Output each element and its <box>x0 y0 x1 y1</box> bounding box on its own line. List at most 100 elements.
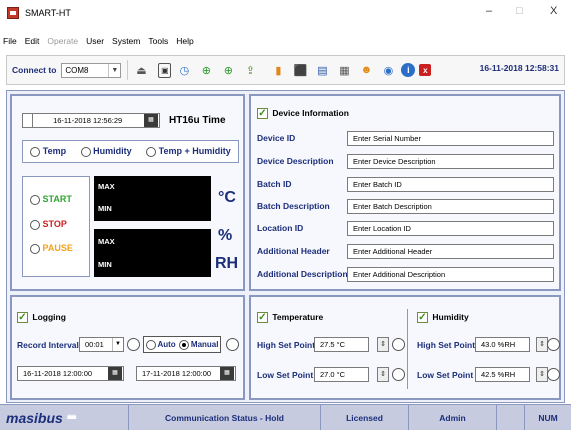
toolbar-datetime: 16-11-2018 12:58:31 <box>479 63 559 73</box>
device-description-input[interactable]: Enter Device Description <box>347 154 554 169</box>
mode-humidity[interactable]: Humidity <box>80 146 132 157</box>
report-icon[interactable]: ▤ <box>313 61 331 79</box>
temp-low-label: Low Set Point <box>257 370 314 380</box>
batch-id-input[interactable]: Enter Batch ID <box>347 177 554 192</box>
chevron-down-icon[interactable]: ▼ <box>108 63 120 77</box>
batch-id-label: Batch ID <box>257 179 292 189</box>
additional-description-input[interactable]: Enter Additional Description <box>347 267 554 282</box>
batch-description-input[interactable]: Enter Batch Description <box>347 199 554 214</box>
temp-high-radio[interactable] <box>392 338 405 351</box>
app-window: SMART-HT – □ X File Edit Operate User Sy… <box>0 0 571 430</box>
log-icon[interactable]: ▦ <box>335 61 353 79</box>
radio-icon[interactable] <box>30 146 41 157</box>
checkbox-icon[interactable]: ✓ <box>17 312 28 324</box>
menu-system[interactable]: System <box>112 36 140 46</box>
refresh-icon[interactable]: ◉ <box>379 61 397 79</box>
temp-max-label: MAX <box>98 182 115 191</box>
radio-selected-icon[interactable] <box>178 339 189 350</box>
chart-icon[interactable]: ▮ <box>269 61 287 79</box>
auto-option[interactable]: Auto <box>145 339 176 350</box>
close-button[interactable]: X <box>550 5 557 17</box>
rh-low-radio[interactable] <box>547 368 560 381</box>
log-mode-radio[interactable] <box>226 338 239 351</box>
license-status: Licensed <box>320 405 408 430</box>
port-select[interactable]: COM8 ▼ <box>61 62 122 78</box>
maximize-button[interactable]: □ <box>516 5 523 17</box>
log-end-value: 17-11-2018 12:00:00 <box>142 369 212 378</box>
menu-tools[interactable]: Tools <box>148 36 168 46</box>
device-description-label: Device Description <box>257 156 334 166</box>
manual-option[interactable]: Manual <box>178 339 218 350</box>
eject-icon[interactable]: ⏏ <box>132 61 150 79</box>
rh-low-label: Low Set Point <box>417 370 474 380</box>
calendar-icon[interactable]: ▦ <box>144 114 158 127</box>
log-end-datetime[interactable]: 17-11-2018 12:00:00 ▦ <box>136 366 236 381</box>
menu-edit[interactable]: Edit <box>25 36 40 46</box>
status-bar: masibus ıılıılıılıılı Communication Stat… <box>0 404 571 430</box>
mode-temp[interactable]: Temp <box>30 146 66 157</box>
minimize-button[interactable]: – <box>486 5 492 17</box>
menu-help[interactable]: Help <box>176 36 193 46</box>
menu-operate[interactable]: Operate <box>47 36 78 46</box>
record-interval-label: Record Interval <box>17 340 79 350</box>
rh-low-input[interactable]: 42.5 %RH <box>475 367 530 382</box>
rh-high-radio[interactable] <box>547 338 560 351</box>
checkbox-icon[interactable]: ✓ <box>257 312 268 324</box>
calendar-icon[interactable]: ▦ <box>220 367 234 380</box>
rh-high-label: High Set Point <box>417 340 476 350</box>
radio-icon[interactable] <box>30 243 40 254</box>
temp-min-label: MIN <box>98 204 112 213</box>
users-icon[interactable]: ☻ <box>357 61 375 79</box>
save-icon[interactable]: ⊕ <box>197 61 215 79</box>
pdf-icon[interactable]: ⬛ <box>291 61 309 79</box>
radio-icon[interactable] <box>145 339 156 350</box>
exit-icon[interactable]: x <box>419 64 432 76</box>
device-id-input[interactable]: Enter Serial Number <box>347 131 554 146</box>
log-start-datetime[interactable]: 16-11-2018 12:00:00 ▦ <box>17 366 124 381</box>
title-bar: SMART-HT – □ X <box>0 0 571 26</box>
app-logo-icon <box>7 7 19 19</box>
clock-icon[interactable]: ◷ <box>175 61 193 79</box>
checkbox-icon[interactable]: ✓ <box>257 108 268 120</box>
radio-icon[interactable] <box>30 194 40 205</box>
radio-icon[interactable] <box>80 146 91 157</box>
batch-description-label: Batch Description <box>257 201 330 211</box>
brand-logo: masibus ıılıılıılıılı <box>0 405 128 430</box>
load-icon[interactable]: ⊕ <box>219 61 237 79</box>
stepper-icon[interactable]: ⇕ <box>377 337 389 352</box>
time-checkbox[interactable] <box>23 114 33 127</box>
record-interval-radio[interactable] <box>127 338 140 351</box>
temperature-display: MAX MIN <box>94 176 211 221</box>
menu-user[interactable]: User <box>86 36 104 46</box>
additional-header-input[interactable]: Enter Additional Header <box>347 244 554 259</box>
menu-file[interactable]: File <box>3 36 17 46</box>
start-option[interactable]: START <box>30 194 72 205</box>
checkbox-icon[interactable]: ✓ <box>417 312 428 324</box>
calendar-icon[interactable]: ▦ <box>108 367 122 380</box>
user-status: Admin <box>408 405 496 430</box>
device-icon[interactable]: ▣ <box>158 62 172 78</box>
radio-icon[interactable] <box>146 146 157 157</box>
communication-status: Communication Status - Hold <box>128 405 320 430</box>
mode-temp-humidity[interactable]: Temp + Humidity <box>146 146 231 157</box>
rh-max-label: MAX <box>98 237 115 246</box>
stop-option[interactable]: STOP <box>30 219 67 230</box>
location-id-input[interactable]: Enter Location ID <box>347 221 554 236</box>
temp-low-input[interactable]: 27.0 °C <box>314 367 369 382</box>
chevron-down-icon[interactable]: ▼ <box>112 338 123 351</box>
temperature-title: Temperature <box>272 312 324 322</box>
temp-high-input[interactable]: 27.5 °C <box>314 337 369 352</box>
brand-wave-icon: ıılıılıılıılı <box>66 414 77 421</box>
logging-title: Logging <box>32 312 66 322</box>
menu-bar: File Edit Operate User System Tools Help <box>0 34 571 48</box>
device-time-field[interactable]: 16-11-2018 12:56:29 ▦ <box>22 113 160 128</box>
rh-high-input[interactable]: 43.0 %RH <box>475 337 530 352</box>
temp-low-radio[interactable] <box>392 368 405 381</box>
pause-option[interactable]: PAUSE <box>30 243 73 254</box>
rh-unit: RH <box>215 255 239 272</box>
export-icon[interactable]: ⇪ <box>241 61 259 79</box>
radio-icon[interactable] <box>30 219 40 230</box>
record-interval-select[interactable]: 00:01 ▼ <box>79 337 124 352</box>
info-icon[interactable]: i <box>401 63 416 77</box>
stepper-icon[interactable]: ⇕ <box>377 367 389 382</box>
